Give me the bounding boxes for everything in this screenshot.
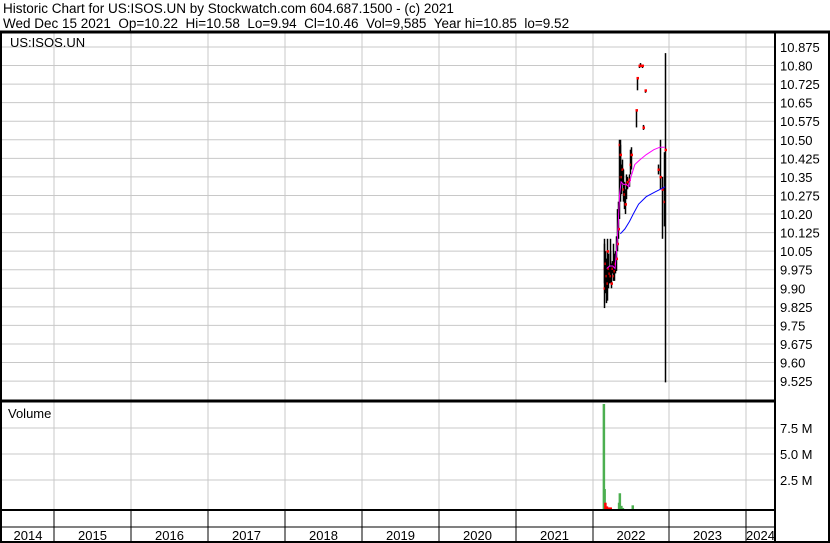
price-tick-label: 10.65: [780, 96, 813, 111]
close-marker: [636, 76, 639, 80]
price-tick-label: 10.50: [780, 133, 813, 148]
price-tick-label: 10.20: [780, 207, 813, 222]
year-label: 2017: [232, 528, 261, 543]
price-tick-label: 10.575: [780, 114, 820, 129]
close-marker: [659, 175, 662, 179]
year-label: 2018: [309, 528, 338, 543]
price-tick-label: 10.05: [780, 244, 813, 259]
close-marker: [641, 64, 644, 68]
symbol-label: US:ISOS.UN: [10, 35, 85, 50]
volume-tick-label: 5.0 M: [780, 447, 813, 462]
price-tick-label: 10.80: [780, 59, 813, 74]
volume-bar: [605, 506, 609, 509]
chart-border: [0, 31, 830, 543]
volume-bar: [621, 507, 625, 509]
year-label: 2015: [78, 528, 107, 543]
price-tick-label: 9.525: [780, 374, 813, 389]
price-tick-label: 9.90: [780, 281, 805, 296]
price-tick-label: 10.725: [780, 77, 820, 92]
stock-chart-page: Historic Chart for US:ISOS.UN by Stockwa…: [0, 0, 830, 543]
price-tick-label: 10.875: [780, 40, 820, 55]
price-tick-label: 10.125: [780, 226, 820, 241]
price-tick-label: 10.275: [780, 188, 820, 203]
close-marker: [644, 89, 647, 92]
price-chart: 10.875 10.80 10.725 10.65 10.575 10.50 10.425 1…: [0, 30, 830, 543]
price-tick-label: 9.975: [780, 263, 813, 278]
close-marker: [635, 109, 638, 112]
price-tick-label: 9.75: [780, 318, 805, 333]
volume-bar: [609, 507, 612, 509]
year-label: 2020: [463, 528, 492, 543]
close-marker: [642, 126, 645, 129]
price-tick-label: 10.425: [780, 151, 820, 166]
price-tick-label: 10.35: [780, 170, 813, 185]
year-label: 2021: [540, 528, 569, 543]
close-marker: [606, 250, 609, 253]
volume-tick-label: 7.5 M: [780, 421, 813, 436]
price-tick-label: 9.675: [780, 337, 813, 352]
close-marker: [619, 153, 622, 157]
short-moving-average-line: [606, 146, 666, 270]
year-label: 2014: [14, 528, 43, 543]
volume-bar: [631, 505, 635, 509]
close-marker: [630, 153, 633, 157]
volume-tick-label: 2.5 M: [780, 473, 813, 488]
price-tick-label: 9.825: [780, 300, 813, 315]
year-label: 2019: [386, 528, 415, 543]
close-marker: [657, 168, 660, 171]
close-marker: [624, 203, 627, 206]
close-marker: [664, 148, 667, 152]
close-marker: [610, 282, 613, 285]
price-tick-label: 9.60: [780, 356, 805, 371]
volume-label: Volume: [8, 406, 51, 421]
year-label: 2016: [155, 528, 184, 543]
year-label: 2024: [746, 528, 775, 543]
year-label: 2022: [617, 528, 646, 543]
close-marker: [626, 180, 629, 184]
year-label: 2023: [693, 528, 722, 543]
